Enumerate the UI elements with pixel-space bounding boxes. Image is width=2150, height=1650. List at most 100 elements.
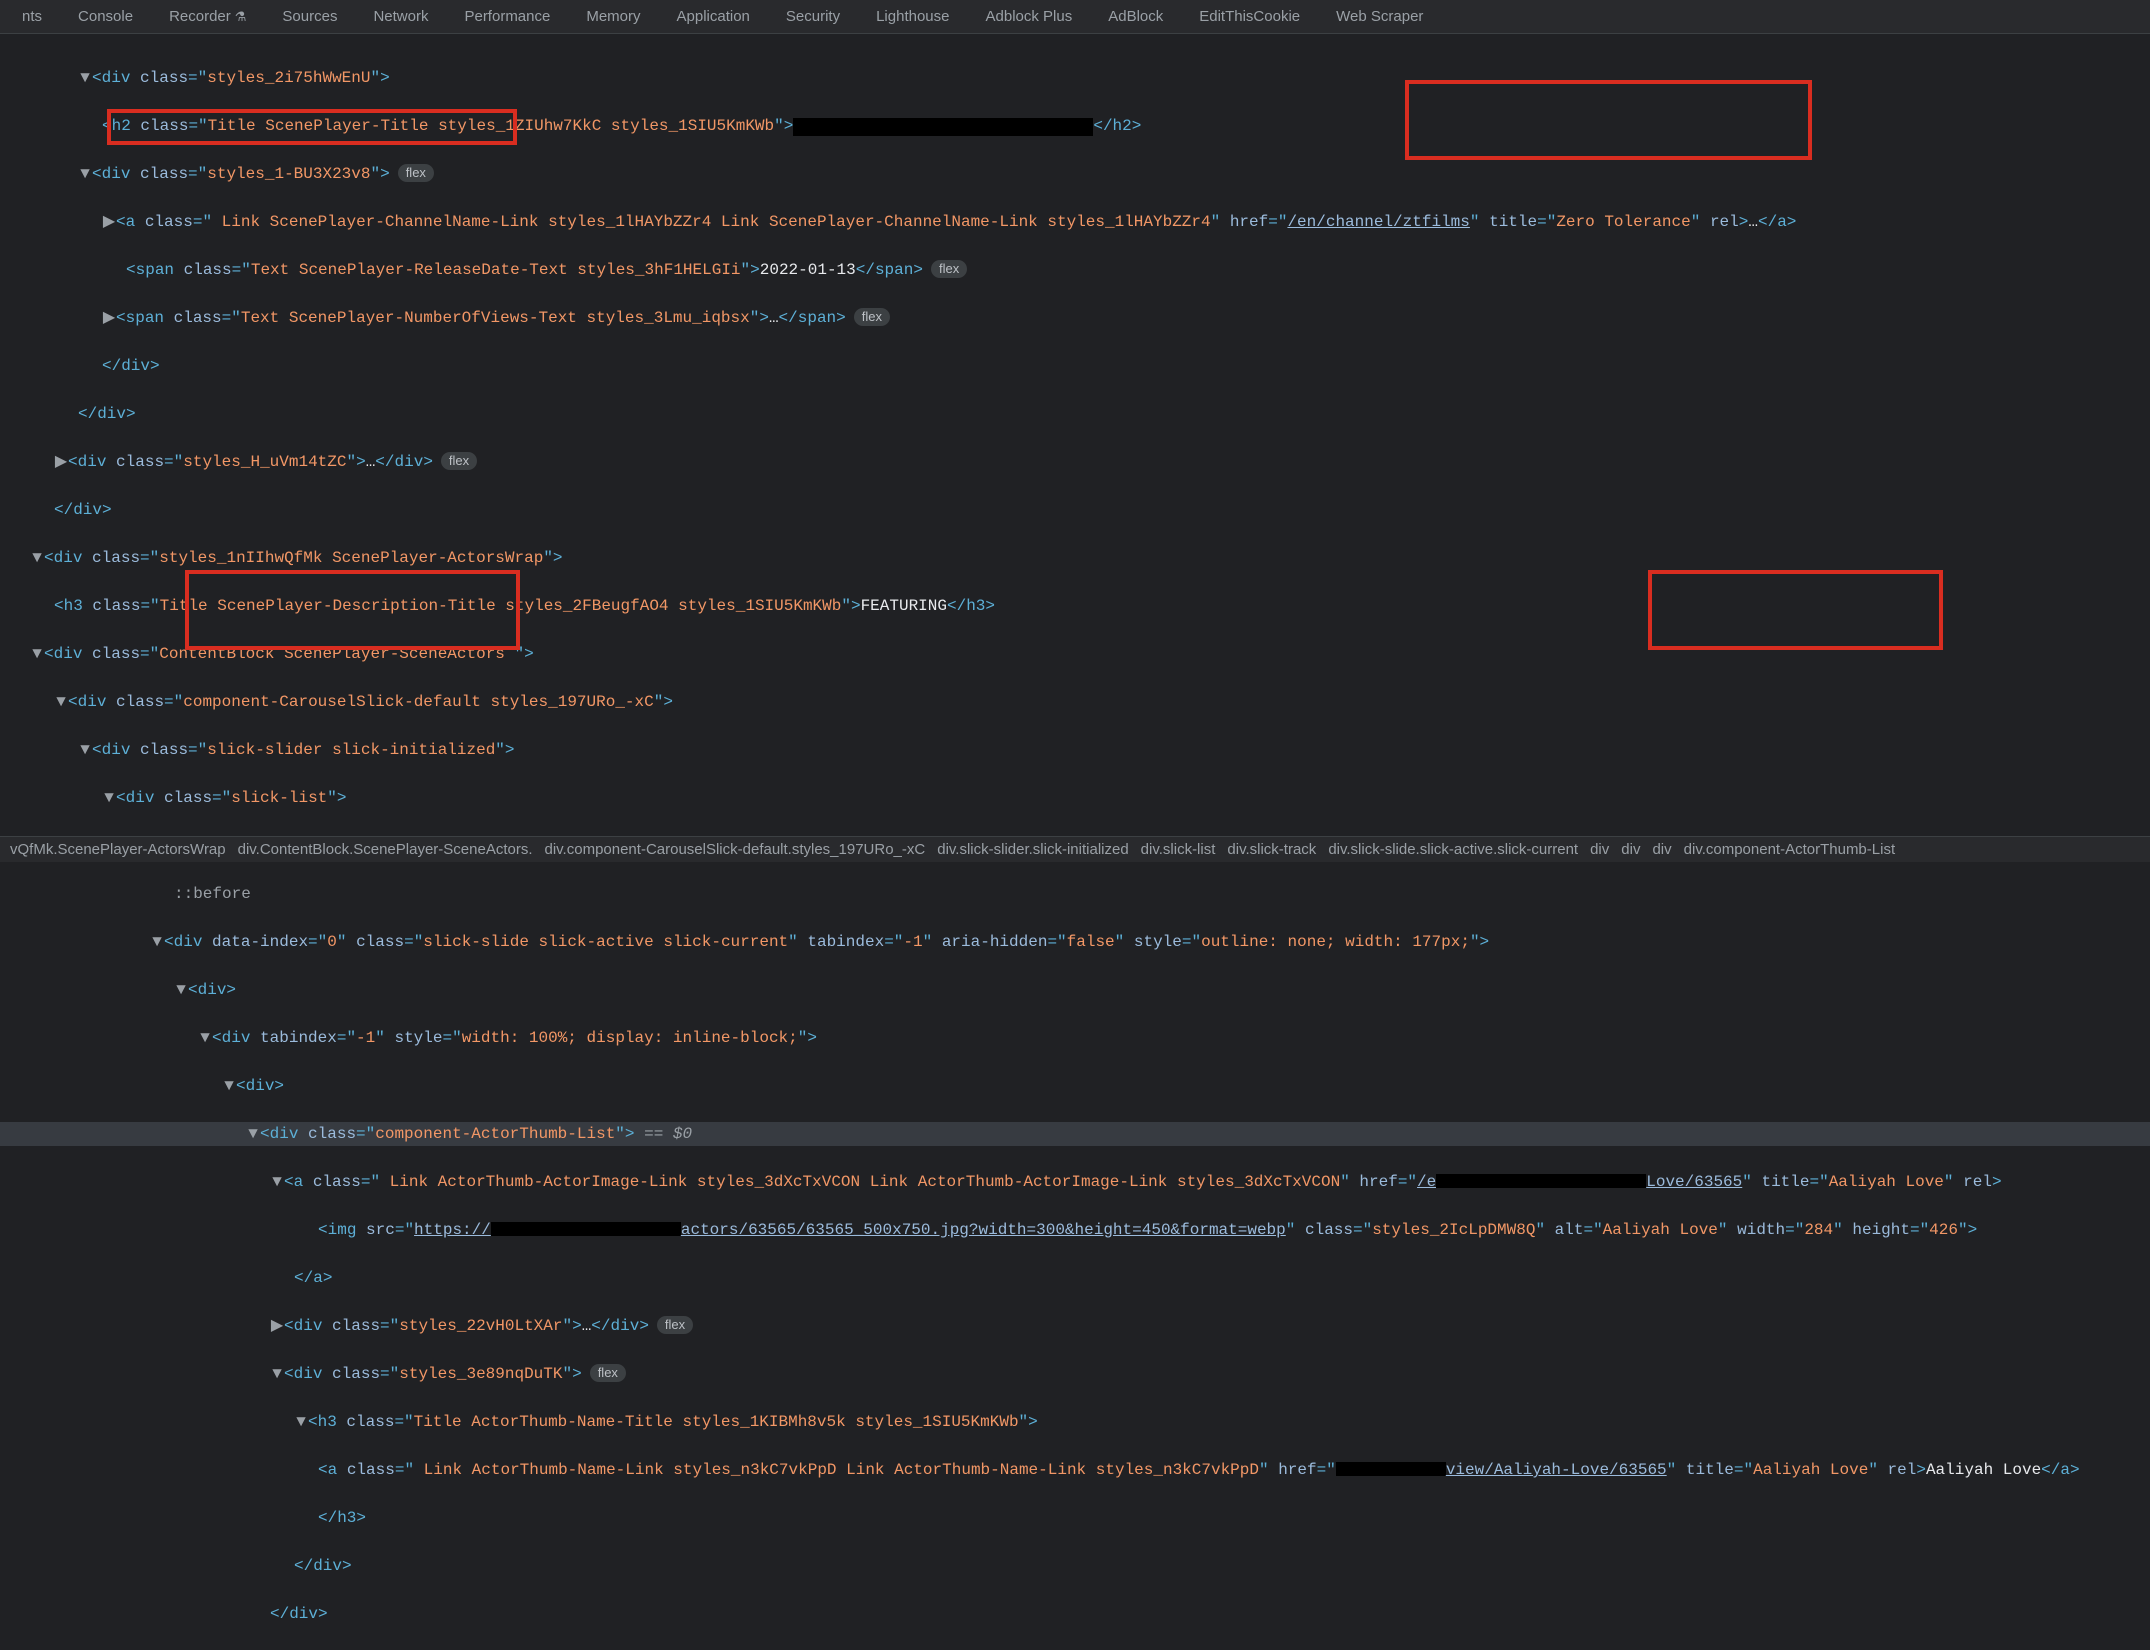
title-value: Aaliyah Love — [1753, 1461, 1868, 1479]
expand-icon[interactable]: ▼ — [30, 642, 44, 666]
class-value: slick-list — [231, 789, 327, 807]
crumb[interactable]: div.ContentBlock.ScenePlayer-SceneActors… — [232, 841, 539, 858]
crumb[interactable]: div.slick-list — [1135, 841, 1222, 858]
class-value: styles_1nIIhwQfMk ScenePlayer-ActorsWrap — [159, 549, 543, 567]
crumb[interactable]: div — [1646, 841, 1677, 858]
redacted-text — [1436, 1174, 1646, 1188]
href-suffix: Love/63565 — [1646, 1173, 1742, 1191]
class-value: component-CarouselSlick-default styles_1… — [183, 693, 653, 711]
dom-breadcrumbs[interactable]: vQfMk.ScenePlayer-ActorsWrap div.Content… — [0, 836, 2150, 862]
expand-icon[interactable]: ▼ — [294, 1410, 308, 1434]
tab-memory[interactable]: Memory — [568, 0, 658, 34]
pseudo-before: ::before — [174, 885, 251, 903]
href-prefix: /e — [1417, 1173, 1436, 1191]
expand-icon[interactable]: ▼ — [198, 1026, 212, 1050]
tab-adblock[interactable]: AdBlock — [1090, 0, 1181, 34]
ellipsis: … — [582, 1317, 592, 1335]
crumb[interactable]: div.component-CarouselSlick-default.styl… — [539, 841, 932, 858]
flex-badge[interactable]: flex — [590, 1364, 626, 1382]
src-prefix: https:// — [414, 1221, 491, 1239]
flex-badge[interactable]: flex — [657, 1316, 693, 1334]
expand-icon[interactable]: ▼ — [246, 1122, 260, 1146]
expand-icon[interactable]: ▼ — [150, 930, 164, 954]
crumb[interactable]: div.slick-slide.slick-active.slick-curre… — [1322, 841, 1584, 858]
expand-icon[interactable]: ▼ — [30, 546, 44, 570]
crumb[interactable]: div — [1584, 841, 1615, 858]
class-value: component-ActorThumb-List — [375, 1125, 615, 1143]
class-value: slick-slide slick-active slick-current — [423, 933, 788, 951]
class-value: Text ScenePlayer-NumberOfViews-Text styl… — [241, 309, 750, 327]
tab-adblockplus[interactable]: Adblock Plus — [968, 0, 1091, 34]
class-value: styles_1-BU3X23v8 — [207, 165, 370, 183]
tab-console[interactable]: Console — [60, 0, 151, 34]
href-suffix: view/Aaliyah-Love/63565 — [1446, 1461, 1667, 1479]
crumb[interactable]: div.slick-slider.slick-initialized — [931, 841, 1134, 858]
tabindex-value: -1 — [356, 1029, 375, 1047]
tab-security[interactable]: Security — [768, 0, 858, 34]
redacted-text — [793, 118, 1093, 136]
selected-element-indicator: == $0 — [635, 1125, 693, 1143]
title-value: Zero Tolerance — [1556, 213, 1690, 231]
class-value: styles_22vH0LtXAr — [399, 1317, 562, 1335]
expand-icon[interactable]: ▼ — [78, 66, 92, 90]
ellipsis: … — [1748, 213, 1758, 231]
tab-recorder-label: Recorder — [169, 8, 231, 25]
tabindex-value: -1 — [903, 933, 922, 951]
title-value: Aaliyah Love — [1829, 1173, 1944, 1191]
tab-elements[interactable]: nts — [4, 0, 60, 34]
expand-icon[interactable]: ▼ — [270, 1362, 284, 1386]
collapse-icon[interactable]: ▶ — [54, 450, 68, 474]
flex-badge[interactable]: flex — [398, 164, 434, 182]
class-value: Title ScenePlayer-Description-Title styl… — [160, 597, 842, 615]
tab-network[interactable]: Network — [355, 0, 446, 34]
href-link[interactable]: /en/channel/ztfilms — [1287, 213, 1469, 231]
expand-icon[interactable]: ▼ — [270, 1170, 284, 1194]
crumb[interactable]: div — [1615, 841, 1646, 858]
collapse-icon[interactable]: ▶ — [270, 1314, 284, 1338]
class-value: styles_3e89nqDuTK — [399, 1365, 562, 1383]
redacted-text — [491, 1222, 681, 1236]
crumb-selected[interactable]: div.component-ActorThumb-List — [1678, 841, 1901, 858]
flask-icon: ⚗ — [235, 9, 247, 24]
class-value: Title ActorThumb-Name-Title styles_1KIBM… — [414, 1413, 1019, 1431]
class-value: styles_H_uVm14tZC — [183, 453, 346, 471]
tab-webscraper[interactable]: Web Scraper — [1318, 0, 1441, 34]
ellipsis: … — [366, 453, 376, 471]
expand-icon[interactable]: ▼ — [174, 978, 188, 1002]
redacted-text — [1336, 1462, 1446, 1476]
alt-value: Aaliyah Love — [1603, 1221, 1718, 1239]
expand-icon[interactable]: ▼ — [222, 1074, 236, 1098]
tab-sources[interactable]: Sources — [264, 0, 355, 34]
expand-icon[interactable]: ▼ — [78, 162, 92, 186]
aria-hidden-value: false — [1067, 933, 1115, 951]
class-value: styles_2i75hWwEnU — [207, 69, 370, 87]
data-index-value: 0 — [327, 933, 337, 951]
collapse-icon[interactable]: ▶ — [102, 306, 116, 330]
expand-icon[interactable]: ▼ — [78, 738, 92, 762]
flex-badge[interactable]: flex — [441, 452, 477, 470]
expand-icon[interactable]: ▼ — [102, 786, 116, 810]
actor-name-text: Aaliyah Love — [1926, 1461, 2041, 1479]
devtools-tabbar: nts Console Recorder ⚗ Sources Network Pe… — [0, 0, 2150, 34]
flex-badge[interactable]: flex — [931, 260, 967, 278]
tab-performance[interactable]: Performance — [446, 0, 568, 34]
tab-recorder[interactable]: Recorder ⚗ — [151, 0, 264, 34]
expand-icon[interactable]: ▼ — [54, 690, 68, 714]
featuring-heading: FEATURING — [861, 597, 947, 615]
flex-badge[interactable]: flex — [854, 308, 890, 326]
class-value: slick-slider slick-initialized — [207, 741, 495, 759]
tab-application[interactable]: Application — [659, 0, 768, 34]
style-value: width: 100%; display: inline-block; — [462, 1029, 798, 1047]
crumb[interactable]: vQfMk.ScenePlayer-ActorsWrap — [4, 841, 232, 858]
collapse-icon[interactable]: ▶ — [102, 210, 116, 234]
src-suffix: actors/63565/63565_500x750.jpg?width=300… — [681, 1221, 1286, 1239]
class-value: styles_2IcLpDMW8Q — [1372, 1221, 1535, 1239]
tab-editthiscookie[interactable]: EditThisCookie — [1181, 0, 1318, 34]
class-value: Link ActorThumb-ActorImage-Link styles_3… — [380, 1173, 1340, 1191]
ellipsis: … — [769, 309, 779, 327]
crumb[interactable]: div.slick-track — [1221, 841, 1322, 858]
release-date-text: 2022-01-13 — [760, 261, 856, 279]
style-value: outline: none; width: 177px; — [1201, 933, 1470, 951]
tab-lighthouse[interactable]: Lighthouse — [858, 0, 967, 34]
width-value: 284 — [1804, 1221, 1833, 1239]
